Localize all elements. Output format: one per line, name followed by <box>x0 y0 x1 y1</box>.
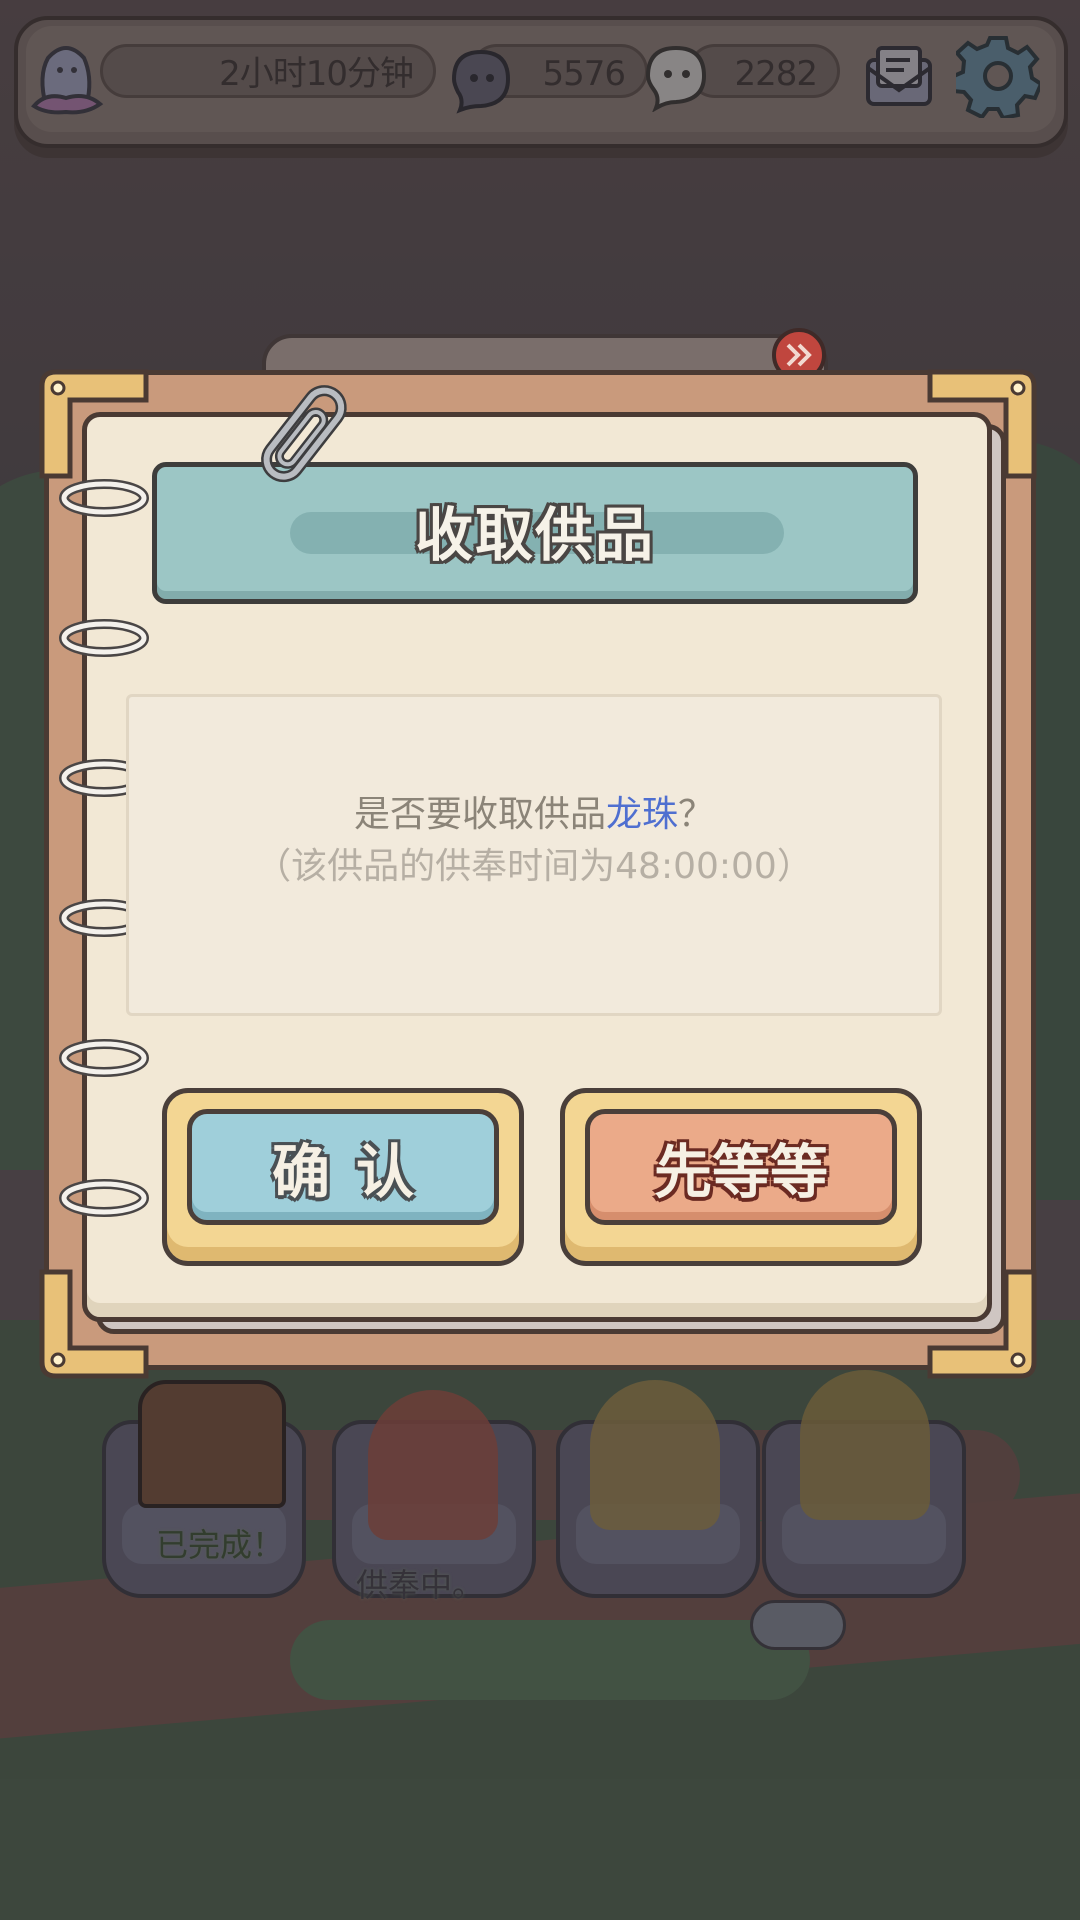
confirm-button-label: 确认 <box>271 1138 440 1206</box>
question-text: 是否要收取供品 <box>353 794 606 835</box>
binder-ring-icon <box>59 1179 149 1217</box>
offering-item-name: 龙珠 <box>605 794 678 835</box>
binder-ring-icon <box>59 1039 149 1077</box>
binder-ring-icon <box>59 619 149 657</box>
binder-ring-icon <box>59 479 149 517</box>
question-mark: ？ <box>678 794 715 835</box>
wait-button[interactable]: 先等等 <box>560 1088 922 1266</box>
wait-button-label: 先等等 <box>653 1138 828 1206</box>
paperclip-icon <box>261 385 347 483</box>
confirm-button[interactable]: 确认 <box>162 1088 524 1266</box>
confirm-question: 是否要收取供品龙珠？ <box>126 790 942 840</box>
offering-duration-note: （该供品的供奉时间为48:00:00） <box>255 846 813 887</box>
